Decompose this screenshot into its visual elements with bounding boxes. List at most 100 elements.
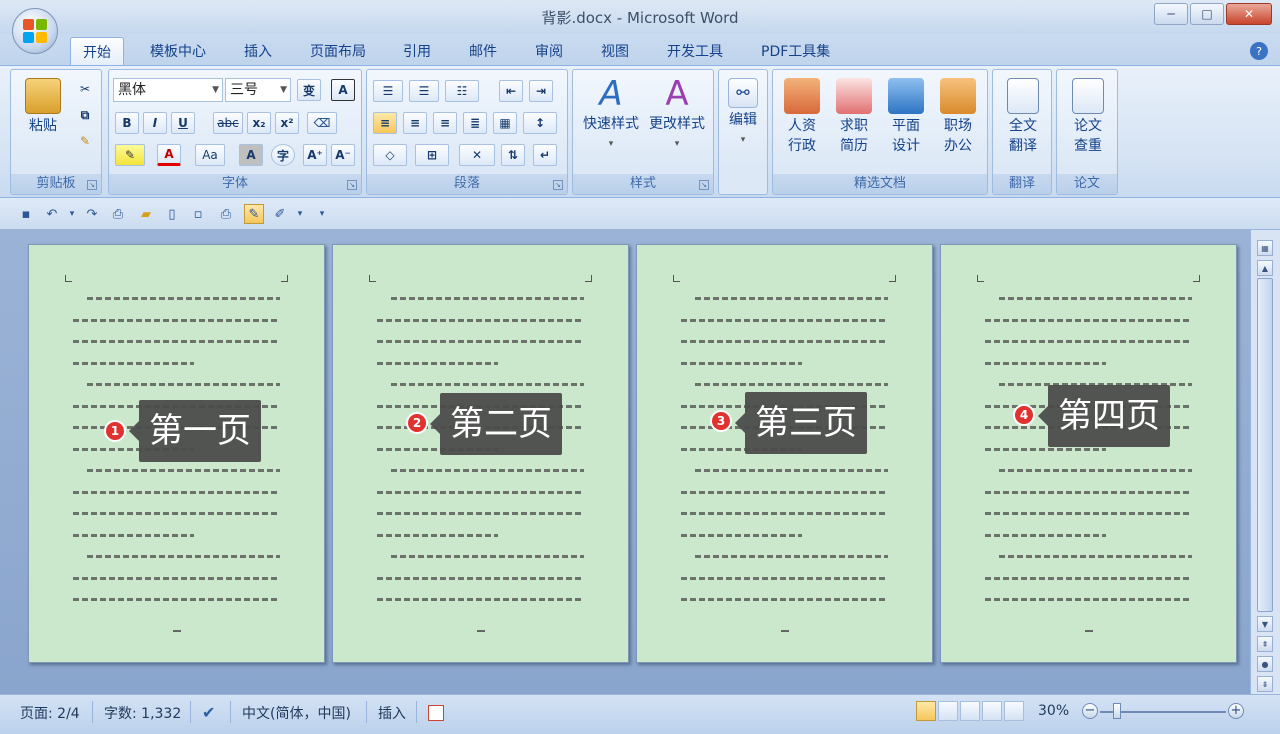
align-left-icon[interactable]: ≡ xyxy=(373,112,397,134)
change-styles-button[interactable]: A 更改样式 ▾ xyxy=(645,76,709,154)
vertical-scrollbar[interactable]: ▦ ▲ ▼ ⇞ ● ⇟ xyxy=(1250,230,1280,694)
print-preview-icon[interactable]: ⎙ xyxy=(108,204,128,224)
shading-icon[interactable]: ◇ xyxy=(373,144,407,166)
phonetic-guide-button[interactable]: 变 xyxy=(297,79,321,101)
pen-dropdown-icon[interactable]: ▾ xyxy=(290,204,310,224)
template-design-button[interactable]: 平面设计 xyxy=(883,78,929,156)
proofing-icon[interactable]: ✔ xyxy=(202,703,215,722)
line-spacing-icon[interactable]: ↕ xyxy=(523,112,557,134)
customize-qat-icon[interactable]: ▾ xyxy=(312,204,332,224)
word-count[interactable]: 字数: 1,332 xyxy=(104,703,181,723)
distributed-icon[interactable]: ▦ xyxy=(493,112,517,134)
chinese-layout-icon[interactable]: ✕ xyxy=(459,144,495,166)
pen-color-icon[interactable]: ✐ xyxy=(270,204,290,224)
language-indicator[interactable]: 中文(简体，中国) xyxy=(242,703,351,723)
align-right-icon[interactable]: ≡ xyxy=(433,112,457,134)
undo-icon[interactable]: ↶ xyxy=(42,204,62,224)
char-shading-button[interactable]: A xyxy=(239,144,263,166)
template-hr-button[interactable]: 人资行政 xyxy=(779,78,825,156)
copy-icon[interactable]: ⧉ xyxy=(73,104,97,126)
tab-insert[interactable]: 插入 xyxy=(244,41,272,61)
previous-page-icon[interactable]: ⇞ xyxy=(1257,636,1273,652)
tab-template-center[interactable]: 模板中心 xyxy=(150,41,206,61)
zoom-level[interactable]: 30% xyxy=(1038,703,1069,719)
select-browse-object-icon[interactable]: ● xyxy=(1257,656,1273,672)
template-resume-button[interactable]: 求职简历 xyxy=(831,78,877,156)
scroll-down-icon[interactable]: ▼ xyxy=(1257,616,1273,632)
scroll-thumb[interactable] xyxy=(1257,278,1273,612)
paste-button[interactable]: 粘贴 xyxy=(23,78,63,136)
page-4[interactable] xyxy=(940,244,1237,663)
edit-button[interactable]: ⚯ 编辑 ▾ xyxy=(723,78,763,150)
help-icon[interactable]: ? xyxy=(1250,42,1268,60)
align-center-icon[interactable]: ≡ xyxy=(403,112,427,134)
bold-button[interactable]: B xyxy=(115,112,139,134)
draw-icon[interactable]: ✎ xyxy=(244,204,264,224)
clear-format-icon[interactable]: ⌫ xyxy=(307,112,337,134)
char-border-button[interactable]: A xyxy=(331,79,355,101)
outline-view-icon[interactable] xyxy=(982,701,1002,721)
format-painter-icon[interactable]: ✎ xyxy=(73,130,97,152)
highlight-icon[interactable]: ✎ xyxy=(115,144,145,166)
zoom-in-icon[interactable]: + xyxy=(1228,703,1244,719)
quick-print-icon[interactable]: ⎙ xyxy=(216,204,236,224)
save-icon[interactable]: ▪ xyxy=(16,204,36,224)
show-marks-icon[interactable]: ↵ xyxy=(533,144,557,166)
subscript-button[interactable]: x₂ xyxy=(247,112,271,134)
tab-developer[interactable]: 开发工具 xyxy=(667,41,723,61)
superscript-button[interactable]: x² xyxy=(275,112,299,134)
web-layout-icon[interactable] xyxy=(960,701,980,721)
cut-icon[interactable]: ✂ xyxy=(73,78,97,100)
tab-home[interactable]: 开始 xyxy=(70,37,124,67)
shrink-font-button[interactable]: A⁻ xyxy=(331,144,355,166)
page-indicator[interactable]: 页面: 2/4 xyxy=(20,703,80,723)
bullets-icon[interactable]: ☰ xyxy=(373,80,403,102)
full-screen-reading-icon[interactable] xyxy=(938,701,958,721)
clipboard-launcher-icon[interactable]: ↘ xyxy=(87,180,97,190)
office-button[interactable] xyxy=(12,8,58,54)
tab-references[interactable]: 引用 xyxy=(403,41,431,61)
ruler-toggle-icon[interactable]: ▦ xyxy=(1257,240,1273,256)
paragraph-launcher-icon[interactable]: ↘ xyxy=(553,180,563,190)
font-name-select[interactable]: 黑体 ▼ xyxy=(113,78,223,102)
blank-document-icon[interactable]: ▫ xyxy=(188,204,208,224)
tab-mailings[interactable]: 邮件 xyxy=(469,41,497,61)
zoom-slider-handle[interactable] xyxy=(1113,703,1121,719)
minimize-button[interactable]: ─ xyxy=(1154,3,1188,25)
quick-styles-button[interactable]: A 快速样式 ▾ xyxy=(579,76,643,154)
styles-launcher-icon[interactable]: ↘ xyxy=(699,180,709,190)
grow-font-button[interactable]: A⁺ xyxy=(303,144,327,166)
draft-view-icon[interactable] xyxy=(1004,701,1024,721)
template-office-button[interactable]: 职场办公 xyxy=(935,78,981,156)
full-translate-button[interactable]: 全文翻译 xyxy=(1001,78,1045,156)
font-color-button[interactable]: A xyxy=(157,144,181,166)
sort-icon[interactable]: ⇅ xyxy=(501,144,525,166)
paper-check-button[interactable]: 论文查重 xyxy=(1066,78,1110,156)
next-page-icon[interactable]: ⇟ xyxy=(1257,676,1273,692)
italic-button[interactable]: I xyxy=(143,112,167,134)
zoom-out-icon[interactable]: − xyxy=(1082,703,1098,719)
new-icon[interactable]: ▯ xyxy=(162,204,182,224)
redo-icon[interactable]: ↷ xyxy=(82,204,102,224)
tab-review[interactable]: 审阅 xyxy=(535,41,563,61)
scroll-up-icon[interactable]: ▲ xyxy=(1257,260,1273,276)
font-size-select[interactable]: 三号 ▼ xyxy=(225,78,291,102)
justify-icon[interactable]: ≣ xyxy=(463,112,487,134)
enclose-char-button[interactable]: 字 xyxy=(271,144,295,166)
maximize-button[interactable]: □ xyxy=(1190,3,1224,25)
tab-view[interactable]: 视图 xyxy=(601,41,629,61)
numbering-icon[interactable]: ☰ xyxy=(409,80,439,102)
change-case-button[interactable]: Aa xyxy=(195,144,225,166)
underline-button[interactable]: U xyxy=(171,112,195,134)
strikethrough-button[interactable]: abc xyxy=(213,112,243,134)
print-layout-view-icon[interactable] xyxy=(916,701,936,721)
macro-record-icon[interactable] xyxy=(428,705,444,721)
multilevel-list-icon[interactable]: ☷ xyxy=(445,80,479,102)
decrease-indent-icon[interactable]: ⇤ xyxy=(499,80,523,102)
tab-pdf-tools[interactable]: PDF工具集 xyxy=(761,41,830,61)
font-launcher-icon[interactable]: ↘ xyxy=(347,180,357,190)
borders-icon[interactable]: ⊞ xyxy=(415,144,449,166)
tab-page-layout[interactable]: 页面布局 xyxy=(310,41,366,61)
increase-indent-icon[interactable]: ⇥ xyxy=(529,80,553,102)
open-icon[interactable]: ▰ xyxy=(136,204,156,224)
